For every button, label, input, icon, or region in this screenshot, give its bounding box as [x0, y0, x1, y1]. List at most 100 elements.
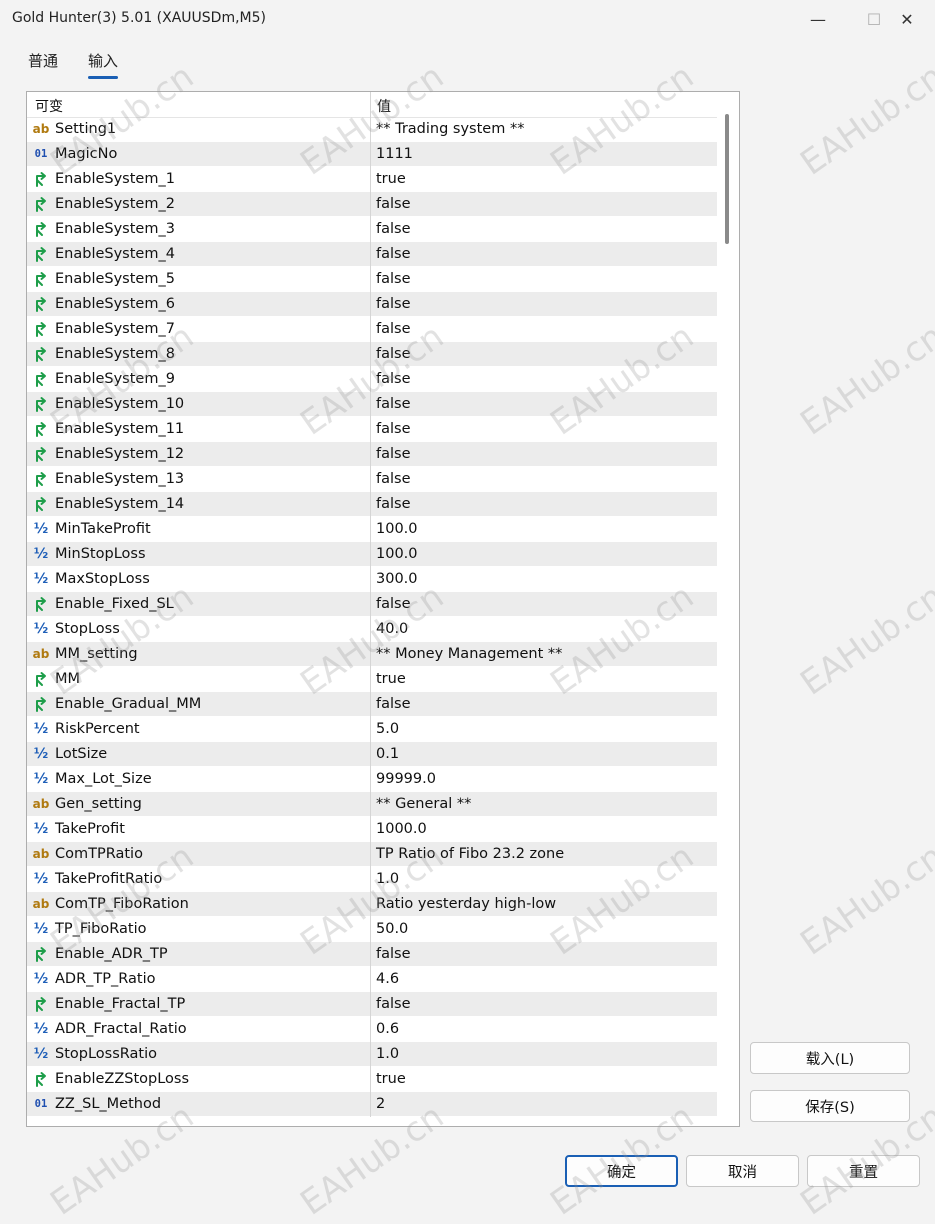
table-row[interactable]: ½ MinTakeProfit 100.0 — [27, 517, 717, 542]
table-row[interactable]: ½ MaxStopLoss 300.0 — [27, 567, 717, 592]
variable-value[interactable]: 99999.0 — [376, 771, 436, 787]
table-row[interactable]: EnableSystem_14 false — [27, 492, 717, 517]
double-icon: ½ — [31, 769, 51, 789]
table-row[interactable]: ab Setting1 ** Trading system ** — [27, 117, 717, 142]
variable-value[interactable]: false — [376, 371, 411, 387]
table-row[interactable]: EnableSystem_2 false — [27, 192, 717, 217]
variable-value[interactable]: 100.0 — [376, 546, 418, 562]
variable-value[interactable]: false — [376, 946, 411, 962]
table-row[interactable]: EnableSystem_4 false — [27, 242, 717, 267]
variable-value[interactable]: 50.0 — [376, 921, 408, 937]
variable-value[interactable]: true — [376, 671, 406, 687]
table-row[interactable]: EnableSystem_11 false — [27, 417, 717, 442]
variable-value[interactable]: true — [376, 171, 406, 187]
table-row[interactable]: Enable_Fractal_TP false — [27, 992, 717, 1017]
table-row[interactable]: ½ TakeProfit 1000.0 — [27, 817, 717, 842]
load-button[interactable]: 载入(L) — [750, 1042, 910, 1074]
variable-value[interactable]: ** Money Management ** — [376, 646, 562, 662]
table-row[interactable]: EnableSystem_10 false — [27, 392, 717, 417]
table-row[interactable]: Enable_Gradual_MM false — [27, 692, 717, 717]
table-row[interactable]: EnableSystem_8 false — [27, 342, 717, 367]
cancel-button[interactable]: 取消 — [686, 1155, 799, 1187]
table-row[interactable]: Enable_Fixed_SL false — [27, 592, 717, 617]
minimize-button[interactable]: — — [790, 0, 846, 38]
variable-value[interactable]: 4.6 — [376, 971, 399, 987]
variable-value[interactable]: Ratio yesterday high-low — [376, 896, 556, 912]
variable-value[interactable]: false — [376, 696, 411, 712]
ok-button[interactable]: 确定 — [565, 1155, 678, 1187]
variable-value[interactable]: ** General ** — [376, 796, 471, 812]
table-row[interactable]: EnableSystem_13 false — [27, 467, 717, 492]
variable-name: EnableSystem_9 — [55, 371, 175, 387]
variable-value[interactable]: false — [376, 496, 411, 512]
table-row[interactable]: ab Gen_setting ** General ** — [27, 792, 717, 817]
variable-value[interactable]: false — [376, 596, 411, 612]
column-header-value[interactable]: 值 — [377, 96, 391, 116]
table-row[interactable]: ab MM_setting ** Money Management ** — [27, 642, 717, 667]
table-row[interactable]: ½ MinStopLoss 100.0 — [27, 542, 717, 567]
variable-value[interactable]: false — [376, 346, 411, 362]
table-row[interactable]: EnableZZStopLoss true — [27, 1067, 717, 1092]
table-row[interactable]: ½ StopLoss 40.0 — [27, 617, 717, 642]
variable-value[interactable]: false — [376, 321, 411, 337]
double-icon: ½ — [31, 1044, 51, 1064]
table-row[interactable]: ½ ADR_Fractal_Ratio 0.6 — [27, 1017, 717, 1042]
table-row[interactable]: 01 ZZ_SL_Method 2 — [27, 1092, 717, 1117]
variable-value[interactable]: 1000.0 — [376, 821, 427, 837]
variable-value[interactable]: false — [376, 221, 411, 237]
vertical-scrollbar[interactable] — [717, 92, 739, 1126]
table-row[interactable]: ½ RiskPercent 5.0 — [27, 717, 717, 742]
table-row[interactable]: ½ LotSize 0.1 — [27, 742, 717, 767]
scrollbar-thumb[interactable] — [725, 114, 729, 244]
variable-value[interactable]: ** Trading system ** — [376, 121, 524, 137]
variable-value[interactable]: false — [376, 246, 411, 262]
reset-button[interactable]: 重置 — [807, 1155, 920, 1187]
variable-value[interactable]: false — [376, 271, 411, 287]
save-button[interactable]: 保存(S) — [750, 1090, 910, 1122]
table-row[interactable]: ½ StopLossRatio 1.0 — [27, 1042, 717, 1067]
variable-value[interactable]: 40.0 — [376, 621, 408, 637]
close-button[interactable]: ✕ — [879, 0, 935, 38]
string-icon: ab — [31, 894, 51, 914]
variable-value[interactable]: false — [376, 396, 411, 412]
variable-value[interactable]: 2 — [376, 1096, 385, 1112]
table-row[interactable]: ½ TP_FiboRatio 50.0 — [27, 917, 717, 942]
variable-value[interactable]: false — [376, 296, 411, 312]
table-row[interactable]: ½ TakeProfitRatio 1.0 — [27, 867, 717, 892]
variable-value[interactable]: 0.1 — [376, 746, 399, 762]
tab-general[interactable]: 普通 — [28, 50, 58, 77]
table-row[interactable]: EnableSystem_6 false — [27, 292, 717, 317]
variable-value[interactable]: 1.0 — [376, 871, 399, 887]
variable-name: MinStopLoss — [55, 546, 146, 562]
table-row[interactable]: EnableSystem_12 false — [27, 442, 717, 467]
variable-value[interactable]: true — [376, 1071, 406, 1087]
table-row[interactable]: MM true — [27, 667, 717, 692]
variable-value[interactable]: false — [376, 421, 411, 437]
variable-value[interactable]: 5.0 — [376, 721, 399, 737]
table-row[interactable]: ab ComTPRatio TP Ratio of Fibo 23.2 zone — [27, 842, 717, 867]
variable-value[interactable]: 1111 — [376, 146, 413, 162]
variable-value[interactable]: 100.0 — [376, 521, 418, 537]
variable-value[interactable]: false — [376, 196, 411, 212]
variable-value[interactable]: TP Ratio of Fibo 23.2 zone — [376, 846, 564, 862]
variable-value[interactable]: 0.6 — [376, 1021, 399, 1037]
table-row[interactable]: ½ Max_Lot_Size 99999.0 — [27, 767, 717, 792]
table-row[interactable]: Enable_ADR_TP false — [27, 942, 717, 967]
table-row[interactable]: EnableSystem_1 true — [27, 167, 717, 192]
tab-inputs[interactable]: 输入 — [88, 50, 119, 79]
table-row[interactable]: 01 MagicNo 1111 — [27, 142, 717, 167]
bool-icon — [31, 944, 51, 964]
table-row[interactable]: EnableSystem_9 false — [27, 367, 717, 392]
table-row[interactable]: EnableSystem_3 false — [27, 217, 717, 242]
variable-value[interactable]: false — [376, 446, 411, 462]
variable-value[interactable]: false — [376, 471, 411, 487]
table-row[interactable]: EnableSystem_7 false — [27, 317, 717, 342]
table-row[interactable]: ab ComTP_FiboRation Ratio yesterday high-l… — [27, 892, 717, 917]
variable-value[interactable]: 1.0 — [376, 1046, 399, 1062]
table-row[interactable]: ½ ADR_TP_Ratio 4.6 — [27, 967, 717, 992]
variable-value[interactable]: 300.0 — [376, 571, 418, 587]
table-row[interactable]: EnableSystem_5 false — [27, 267, 717, 292]
column-header-variable[interactable]: 可变 — [35, 96, 63, 116]
column-separator[interactable] — [370, 92, 371, 117]
variable-value[interactable]: false — [376, 996, 411, 1012]
